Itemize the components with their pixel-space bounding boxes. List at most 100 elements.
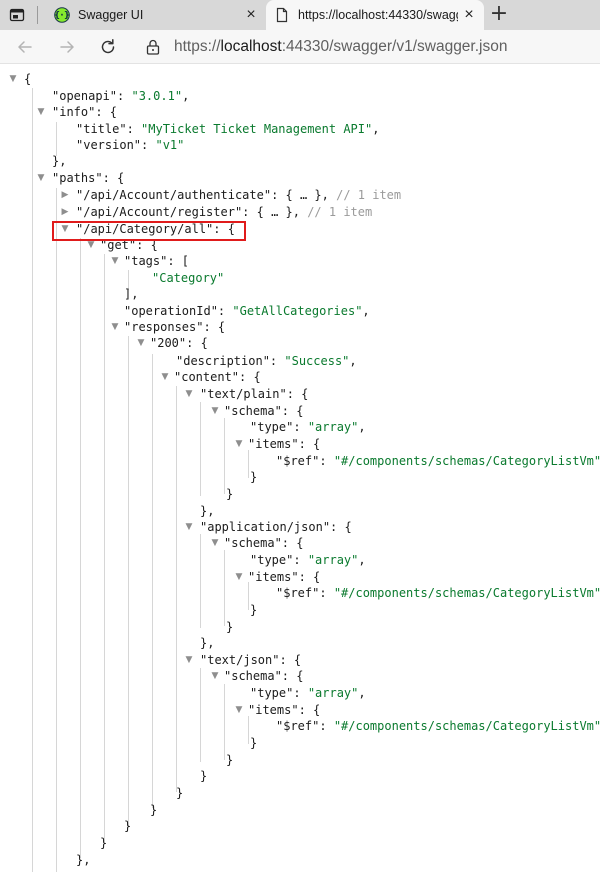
json-line: } bbox=[124, 819, 132, 833]
url-scheme: https:// bbox=[174, 38, 221, 55]
json-line: "Category" bbox=[152, 271, 225, 285]
json-line: "$ref": "#/components/schemas/CategoryLi… bbox=[276, 586, 600, 600]
indent-guide bbox=[224, 684, 225, 760]
json-line: } bbox=[226, 620, 234, 634]
json-line: }, bbox=[200, 636, 215, 650]
json-line: "type": "array", bbox=[250, 420, 366, 434]
expand-toggle-icon[interactable]: ▼ bbox=[210, 403, 220, 420]
lock-icon[interactable] bbox=[144, 38, 162, 56]
json-line: } bbox=[226, 753, 234, 767]
expand-toggle-icon[interactable]: ▼ bbox=[210, 668, 220, 685]
json-line: } bbox=[176, 786, 184, 800]
json-line: "type": "array", bbox=[250, 686, 366, 700]
json-line: "application/json": { bbox=[200, 520, 352, 534]
json-line: "items": { bbox=[248, 703, 321, 717]
expand-toggle-icon[interactable]: ▼ bbox=[234, 436, 244, 453]
indent-guide bbox=[248, 716, 249, 744]
json-line: "title": "MyTicket Ticket Management API… bbox=[76, 122, 380, 136]
json-line: } bbox=[250, 603, 258, 617]
json-line: "$ref": "#/components/schemas/CategoryLi… bbox=[276, 454, 600, 468]
indent-guide bbox=[200, 534, 201, 628]
forward-button[interactable] bbox=[54, 34, 80, 60]
svg-text:{·}: {·} bbox=[54, 11, 70, 21]
expand-toggle-icon[interactable]: ▼ bbox=[110, 253, 120, 270]
indent-guide bbox=[32, 88, 33, 872]
tab-close-icon[interactable]: × bbox=[458, 4, 480, 26]
expand-toggle-icon[interactable]: ▼ bbox=[160, 369, 170, 386]
browser-toolbar: https://localhost:44330/swagger/v1/swagg… bbox=[0, 30, 600, 64]
document-icon bbox=[276, 7, 288, 23]
expand-toggle-icon[interactable]: ▼ bbox=[136, 335, 146, 352]
address-bar[interactable]: https://localhost:44330/swagger/v1/swagg… bbox=[174, 38, 507, 56]
json-line: "text/plain": { bbox=[200, 387, 309, 401]
tab-divider bbox=[37, 6, 38, 24]
json-line: ], bbox=[124, 287, 139, 301]
expand-toggle-icon[interactable]: ▼ bbox=[8, 71, 18, 88]
json-line: "schema": { bbox=[224, 669, 304, 683]
expand-toggle-icon[interactable]: ▼ bbox=[184, 652, 194, 669]
json-line: } bbox=[200, 769, 208, 783]
swagger-favicon-icon: {·} bbox=[54, 7, 70, 23]
json-line: } bbox=[250, 736, 258, 750]
highlight-box bbox=[52, 221, 246, 241]
indent-guide bbox=[104, 254, 105, 842]
reload-icon bbox=[101, 39, 115, 54]
expand-toggle-icon[interactable]: ▼ bbox=[110, 319, 120, 336]
indent-guide bbox=[224, 418, 225, 494]
tab-close-icon[interactable]: × bbox=[240, 4, 262, 26]
tab-actions-icon bbox=[9, 8, 25, 22]
indent-guide bbox=[200, 668, 201, 762]
json-line: "schema": { bbox=[224, 404, 304, 418]
json-line: "text/json": { bbox=[200, 653, 302, 667]
json-line: "items": { bbox=[248, 570, 321, 584]
json-line: "description": "Success", bbox=[176, 354, 357, 368]
json-line: "/api/Account/authenticate": { … }, // 1… bbox=[76, 188, 402, 202]
url-path: :44330/swagger/v1/swagger.json bbox=[281, 38, 508, 55]
json-line: }, bbox=[52, 154, 67, 168]
json-line: }, bbox=[76, 853, 91, 867]
tab-swagger-ui[interactable]: {·} Swagger UI × bbox=[46, 0, 266, 30]
json-viewer: ▼ ▼ ▼ ▶ ▶ ▼ ▼ ▼ ▼ ▼ ▼ ▼ ▼ ▼ ▼ ▼ ▼ ▼ ▼ ▼ … bbox=[0, 64, 600, 872]
json-line: "schema": { bbox=[224, 536, 304, 550]
json-line: "type": "array", bbox=[250, 553, 366, 567]
expand-toggle-icon[interactable]: ▼ bbox=[36, 104, 46, 121]
json-line: "operationId": "GetAllCategories", bbox=[124, 304, 370, 318]
indent-guide bbox=[248, 582, 249, 610]
back-button[interactable] bbox=[12, 34, 38, 60]
tab-title: https://localhost:44330/swagger/v1/swagg… bbox=[298, 8, 458, 22]
json-line: "info": { bbox=[52, 105, 118, 119]
indent-guide bbox=[152, 354, 153, 808]
expand-toggle-icon[interactable]: ▼ bbox=[234, 702, 244, 719]
arrow-left-icon bbox=[18, 41, 32, 53]
json-line: "$ref": "#/components/schemas/CategoryLi… bbox=[276, 719, 600, 733]
json-line: "/api/Account/register": { … }, // 1 ite… bbox=[76, 205, 373, 219]
collapse-toggle-icon[interactable]: ▶ bbox=[60, 187, 70, 204]
json-line: } bbox=[100, 836, 108, 850]
indent-guide bbox=[56, 188, 57, 872]
expand-toggle-icon[interactable]: ▼ bbox=[184, 519, 194, 536]
indent-guide bbox=[128, 336, 129, 826]
json-line: "openapi": "3.0.1", bbox=[52, 89, 190, 103]
indent-guide bbox=[248, 450, 249, 478]
json-line: }, bbox=[200, 504, 215, 518]
expand-toggle-icon[interactable]: ▼ bbox=[210, 535, 220, 552]
arrow-right-icon bbox=[60, 41, 74, 53]
json-line: } bbox=[250, 470, 258, 484]
json-line: } bbox=[226, 487, 234, 501]
tab-swagger-json[interactable]: https://localhost:44330/swagger/v1/swagg… bbox=[266, 0, 484, 30]
json-line: "responses": { bbox=[124, 320, 226, 334]
reload-button[interactable] bbox=[95, 34, 121, 60]
json-line: } bbox=[150, 803, 158, 817]
indent-guide bbox=[200, 402, 201, 496]
tab-strip: {·} Swagger UI × https://localhost:44330… bbox=[0, 0, 600, 30]
indent-guide bbox=[56, 122, 57, 156]
new-tab-button[interactable]: + bbox=[488, 3, 510, 26]
json-line: "200": { bbox=[150, 336, 208, 350]
collapse-toggle-icon[interactable]: ▶ bbox=[60, 204, 70, 221]
url-host: localhost bbox=[220, 38, 282, 55]
expand-toggle-icon[interactable]: ▼ bbox=[184, 386, 194, 403]
expand-toggle-icon[interactable]: ▼ bbox=[36, 170, 46, 187]
tab-actions-button[interactable] bbox=[6, 5, 28, 25]
expand-toggle-icon[interactable]: ▼ bbox=[234, 569, 244, 586]
json-line: "tags": [ bbox=[124, 254, 190, 268]
